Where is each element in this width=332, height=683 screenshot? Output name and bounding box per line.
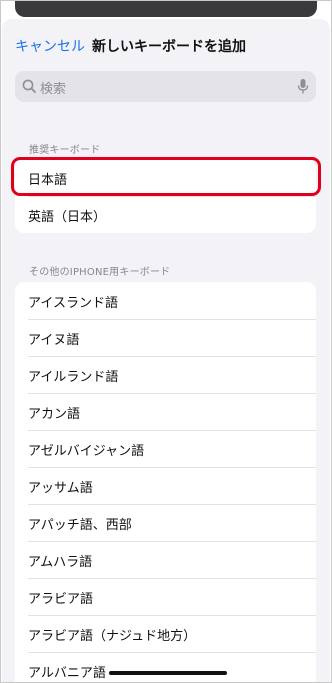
- list-item-label: アイルランド語: [28, 370, 119, 385]
- list-item-label: アムハラ語: [28, 555, 93, 570]
- list-item[interactable]: アラビア語: [15, 578, 316, 615]
- page-title: 新しいキーボードを追加: [92, 39, 246, 55]
- list-item[interactable]: アゼルバイジャン語: [15, 430, 316, 467]
- list-item[interactable]: アイスランド語: [15, 282, 316, 319]
- list-item-label: アラビア語（ナジュド地方）: [28, 629, 197, 644]
- other-keyboards-header: その他のIPHONE用キーボード: [29, 267, 171, 278]
- home-indicator: [109, 671, 227, 675]
- list-item-label: アイヌ語: [28, 333, 80, 348]
- search-icon: [22, 79, 36, 93]
- list-item-label: アラビア語: [28, 592, 94, 607]
- list-item-label: 日本語: [28, 173, 68, 188]
- microphone-icon[interactable]: [296, 78, 310, 95]
- search-placeholder: 検索: [40, 82, 67, 97]
- list-item-label: アパッチ語、西部: [28, 518, 132, 533]
- cancel-button[interactable]: キャンセル: [15, 36, 85, 56]
- list-item[interactable]: アッサム語: [15, 467, 316, 504]
- list-item-label: アルバニア語: [28, 666, 106, 681]
- add-keyboard-sheet: キャンセル 新しいキーボードを追加 検索 推奨キーボード 日本語 英語（日本）: [2, 19, 330, 682]
- list-item-label: アゼルバイジャン語: [28, 444, 145, 459]
- list-item-label: アイスランド語: [28, 296, 118, 311]
- list-item[interactable]: アラビア語（ナジュド地方）: [15, 615, 316, 652]
- list-item[interactable]: アムハラ語: [15, 541, 316, 578]
- screenshot-frame: キャンセル 新しいキーボードを追加 検索 推奨キーボード 日本語 英語（日本）: [0, 0, 332, 683]
- navigation-bar: キャンセル 新しいキーボードを追加: [2, 19, 330, 71]
- list-item[interactable]: 英語（日本）: [15, 196, 316, 233]
- search-input[interactable]: 検索: [15, 71, 316, 102]
- list-item[interactable]: アカン語: [15, 393, 316, 430]
- list-item[interactable]: アルバニア語: [15, 652, 316, 682]
- list-item[interactable]: 日本語: [15, 159, 316, 196]
- suggested-keyboards-list: 日本語 英語（日本）: [15, 159, 316, 233]
- suggested-keyboards-header: 推奨キーボード: [29, 145, 101, 156]
- list-item[interactable]: アイルランド語: [15, 356, 316, 393]
- list-item-label: アカン語: [28, 407, 81, 422]
- list-item[interactable]: アパッチ語、西部: [15, 504, 316, 541]
- list-item-label: 英語（日本）: [28, 210, 107, 225]
- background-sheet: [15, 1, 317, 17]
- list-item-label: アッサム語: [28, 481, 93, 496]
- other-keyboards-list: アイスランド語 アイヌ語 アイルランド語 アカン語 アゼルバイジャン語 アッサム…: [15, 282, 316, 682]
- list-item[interactable]: アイヌ語: [15, 319, 316, 356]
